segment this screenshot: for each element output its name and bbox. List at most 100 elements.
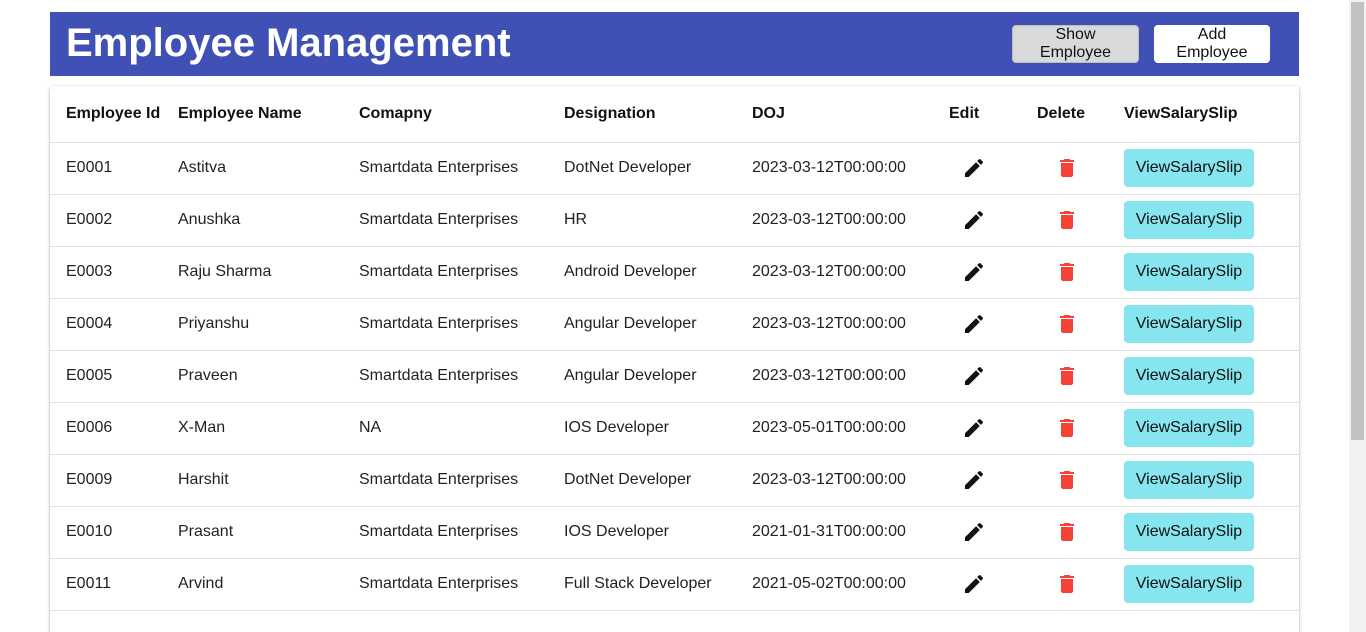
table-row: E0001 Astitva Smartdata Enterprises DotN… [50,142,1299,195]
cell-edit [949,298,1037,351]
cell-doj: 2023-05-01T00:00:00 [752,402,949,455]
cell-employee-name: Priyanshu [178,298,359,351]
view-salary-slip-button[interactable]: ViewSalarySlip [1124,149,1254,187]
cell-employee-name: Arvind [178,558,359,611]
view-salary-slip-button[interactable]: ViewSalarySlip [1124,305,1254,343]
cell-doj: 2023-03-12T00:00:00 [752,142,949,195]
table-row: E0003 Raju Sharma Smartdata Enterprises … [50,246,1299,299]
table-header-row: Employee Id Employee Name Comapny Design… [50,86,1299,143]
cell-doj: 2023-03-12T00:00:00 [752,298,949,351]
col-header-company: Comapny [359,86,564,143]
cell-employee-name: Prasant [178,506,359,559]
cell-delete [1037,454,1124,507]
cell-view-salary-slip: ViewSalarySlip [1124,142,1299,195]
app-header: Employee Management Show Employee Add Em… [50,12,1299,76]
col-header-edit: Edit [949,86,1037,143]
cell-employee-id: E0001 [50,142,178,195]
table-row: E0010 Prasant Smartdata Enterprises IOS … [50,506,1299,559]
trash-icon[interactable] [1055,520,1079,544]
view-salary-slip-button[interactable]: ViewSalarySlip [1124,565,1254,603]
cell-designation: IOS Developer [564,402,752,455]
cell-company: Smartdata Enterprises [359,350,564,403]
cell-delete [1037,142,1124,195]
pencil-icon[interactable] [962,468,986,492]
cell-view-salary-slip: ViewSalarySlip [1124,194,1299,247]
trash-icon[interactable] [1055,364,1079,388]
cell-doj: 2021-05-02T00:00:00 [752,558,949,611]
cell-employee-name: Raju Sharma [178,246,359,299]
cell-doj: 2023-03-12T00:00:00 [752,350,949,403]
pencil-icon[interactable] [962,364,986,388]
trash-icon[interactable] [1055,208,1079,232]
cell-delete [1037,350,1124,403]
view-salary-slip-button[interactable]: ViewSalarySlip [1124,409,1254,447]
cell-employee-name: X-Man [178,402,359,455]
trash-icon[interactable] [1055,572,1079,596]
col-header-employee-name: Employee Name [178,86,359,143]
cell-company: Smartdata Enterprises [359,506,564,559]
pencil-icon[interactable] [962,312,986,336]
cell-doj: 2023-03-12T00:00:00 [752,246,949,299]
cell-employee-id: E0005 [50,350,178,403]
pencil-icon[interactable] [962,572,986,596]
employee-table-card: Employee Id Employee Name Comapny Design… [50,86,1299,632]
scrollbar-thumb[interactable] [1351,2,1364,440]
vertical-scrollbar[interactable] [1349,0,1366,632]
cell-delete [1037,298,1124,351]
col-header-delete: Delete [1037,86,1124,143]
cell-delete [1037,194,1124,247]
employee-table: Employee Id Employee Name Comapny Design… [50,86,1299,611]
cell-employee-name: Anushka [178,194,359,247]
trash-icon[interactable] [1055,468,1079,492]
cell-edit [949,558,1037,611]
trash-icon[interactable] [1055,312,1079,336]
cell-edit [949,194,1037,247]
page-title: Employee Management [66,21,511,65]
view-salary-slip-button[interactable]: ViewSalarySlip [1124,461,1254,499]
view-salary-slip-button[interactable]: ViewSalarySlip [1124,357,1254,395]
cell-delete [1037,558,1124,611]
pencil-icon[interactable] [962,416,986,440]
pencil-icon[interactable] [962,260,986,284]
cell-designation: Android Developer [564,246,752,299]
cell-company: Smartdata Enterprises [359,142,564,195]
page: Employee Management Show Employee Add Em… [0,0,1366,632]
cell-doj: 2021-01-31T00:00:00 [752,506,949,559]
view-salary-slip-button[interactable]: ViewSalarySlip [1124,201,1254,239]
cell-view-salary-slip: ViewSalarySlip [1124,246,1299,299]
add-employee-button[interactable]: Add Employee [1154,25,1270,63]
cell-employee-id: E0010 [50,506,178,559]
pencil-icon[interactable] [962,156,986,180]
pencil-icon[interactable] [962,208,986,232]
trash-icon[interactable] [1055,260,1079,284]
cell-designation: Full Stack Developer [564,558,752,611]
cell-edit [949,246,1037,299]
trash-icon[interactable] [1055,156,1079,180]
cell-designation: HR [564,194,752,247]
cell-designation: Angular Developer [564,298,752,351]
table-row: E0011 Arvind Smartdata Enterprises Full … [50,558,1299,611]
col-header-designation: Designation [564,86,752,143]
cell-delete [1037,402,1124,455]
cell-edit [949,350,1037,403]
cell-view-salary-slip: ViewSalarySlip [1124,454,1299,507]
cell-employee-id: E0006 [50,402,178,455]
cell-view-salary-slip: ViewSalarySlip [1124,350,1299,403]
cell-employee-id: E0011 [50,558,178,611]
cell-view-salary-slip: ViewSalarySlip [1124,402,1299,455]
show-employee-button[interactable]: Show Employee [1012,25,1139,63]
cell-edit [949,402,1037,455]
cell-delete [1037,246,1124,299]
cell-employee-id: E0002 [50,194,178,247]
view-salary-slip-button[interactable]: ViewSalarySlip [1124,253,1254,291]
cell-designation: Angular Developer [564,350,752,403]
trash-icon[interactable] [1055,416,1079,440]
cell-company: Smartdata Enterprises [359,558,564,611]
pencil-icon[interactable] [962,520,986,544]
cell-employee-name: Harshit [178,454,359,507]
cell-employee-id: E0004 [50,298,178,351]
view-salary-slip-button[interactable]: ViewSalarySlip [1124,513,1254,551]
table-row: E0009 Harshit Smartdata Enterprises DotN… [50,454,1299,507]
cell-company: Smartdata Enterprises [359,298,564,351]
col-header-view-salary-slip: ViewSalarySlip [1124,86,1299,143]
